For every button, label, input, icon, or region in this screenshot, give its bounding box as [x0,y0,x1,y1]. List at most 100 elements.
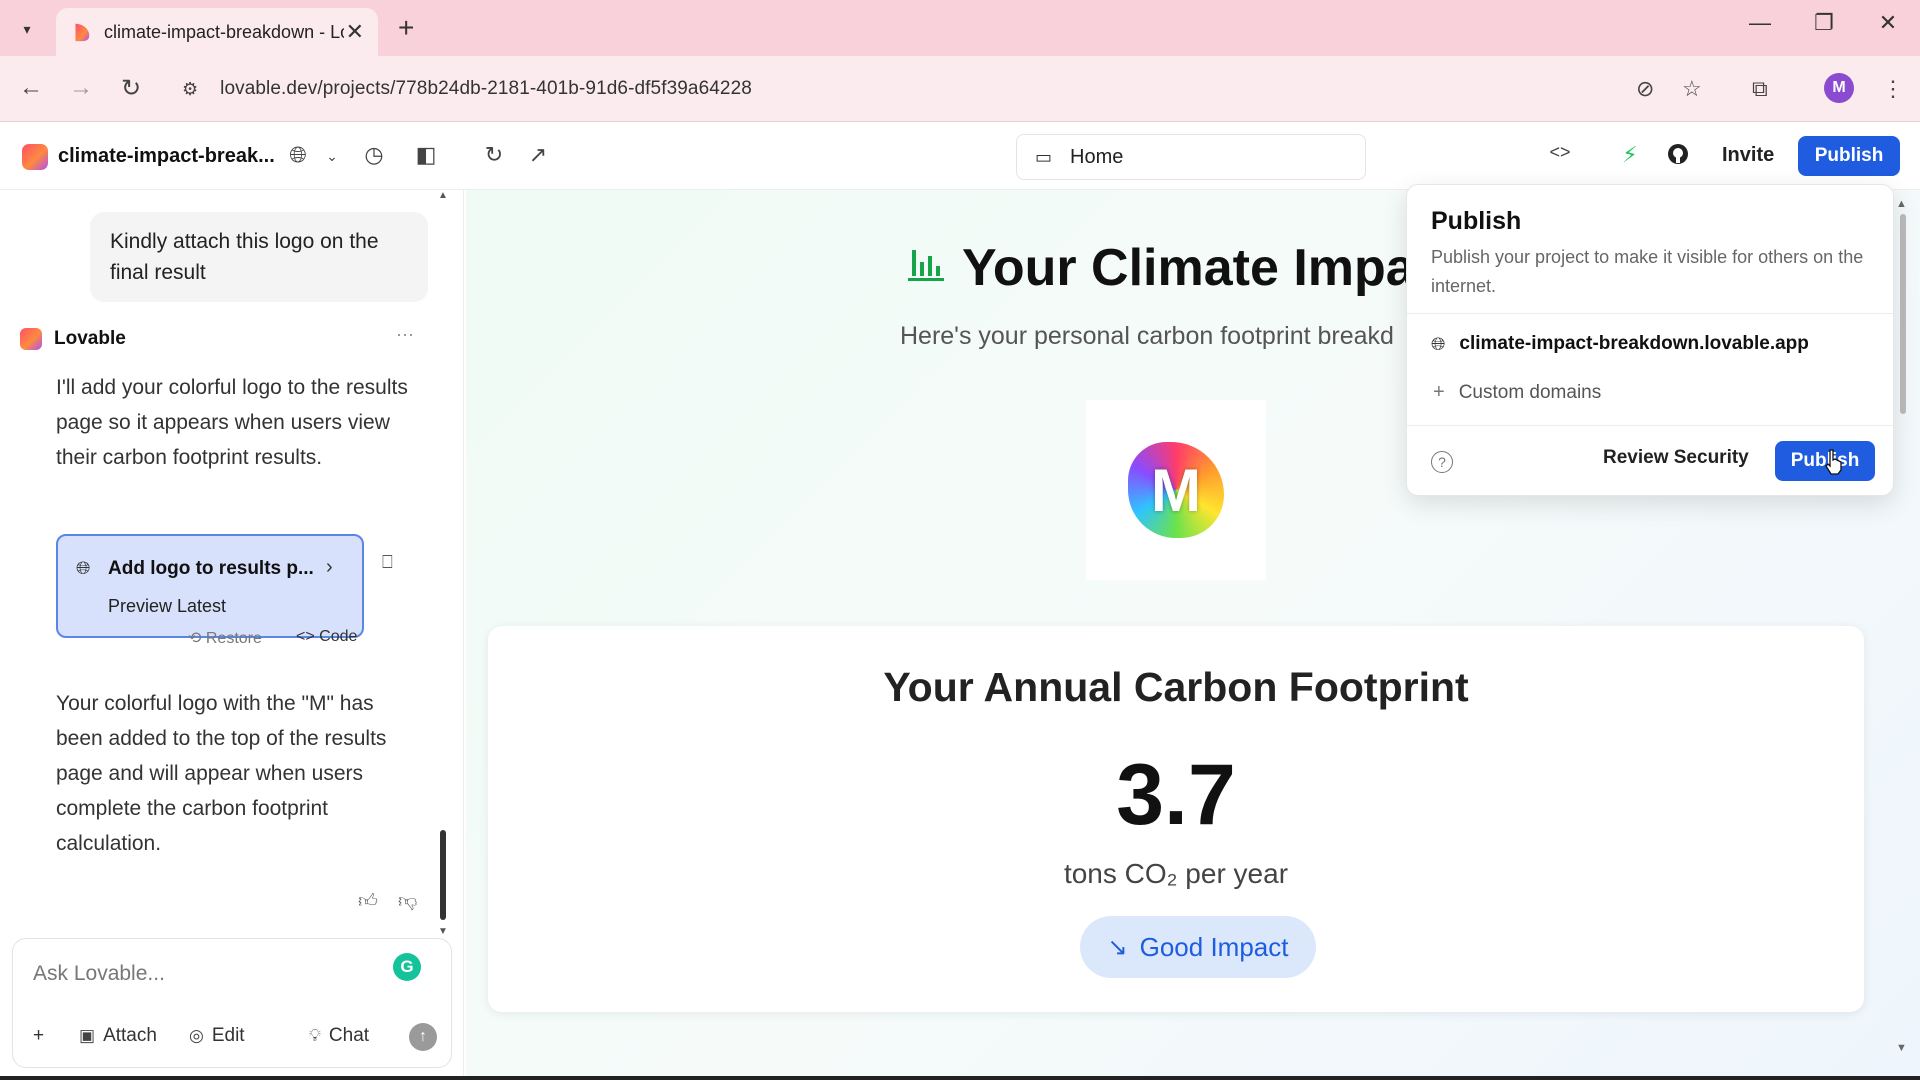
monitor-icon: ▭ [1035,146,1053,167]
chat-scrollbar[interactable] [440,830,446,920]
preview-header: Your Climate Impac [906,238,1444,298]
extensions-puzzle-icon[interactable]: ⧉ [1752,76,1768,102]
chat-button[interactable]: 💡︎ Chat [309,1025,369,1047]
close-tab-icon[interactable]: ✕ [346,19,364,45]
user-message: Kindly attach this logo on the final res… [90,212,428,302]
version-title: Add logo to results p... [108,558,314,579]
chat-composer: G + ▣ Attach ◎ Edit 💡︎ Chat ↑ [12,938,452,1068]
popover-title: Publish [1431,207,1522,235]
lightning-icon[interactable]: ⚡︎ [1616,142,1644,168]
preview-latest-link[interactable]: Preview Latest [108,596,226,617]
chat-label: Chat [328,1025,370,1046]
user-logo-image: M [1086,400,1266,580]
eye-off-icon[interactable]: ⊘ [1636,76,1654,102]
publish-button[interactable]: Publish [1798,136,1900,176]
globe-icon[interactable]: 🌐︎ [284,142,312,168]
chevron-right-icon: › [326,556,333,578]
new-tab-plus-icon[interactable]: + [398,12,414,44]
hand-cursor-icon [1825,449,1842,475]
divider [1407,425,1893,426]
restore-button[interactable]: ⟲ Restore [188,628,262,648]
impact-badge: ↘ Good Impact [1080,916,1316,978]
restore-window-icon[interactable]: ❐ [1804,10,1844,36]
logo-letter: M [1151,456,1201,524]
browser-menu-kebab-icon[interactable]: ⋮ [1882,76,1904,102]
assistant-message: Your colorful logo with the "M" has been… [56,692,387,855]
github-icon[interactable] [1664,142,1692,172]
tab-title: climate-impact-breakdown - Lo [104,21,344,42]
lightbulb-icon: 💡︎ [309,1026,321,1045]
target-icon: ◎ [189,1026,204,1045]
invite-button[interactable]: Invite [1708,138,1788,173]
preview-scroll-down-icon[interactable]: ▼ [1896,1042,1907,1054]
custom-domains-button[interactable]: + Custom domains [1433,381,1601,404]
card-title: Your Annual Carbon Footprint [883,664,1469,710]
impact-label: Good Impact [1139,931,1289,962]
reload-icon[interactable]: ↻ [116,74,146,103]
grammarly-icon[interactable]: G [393,953,421,981]
custom-domains-label: Custom domains [1458,381,1602,403]
sidebar-toggle-icon[interactable]: ◧ [412,142,440,168]
forward-arrow-icon[interactable]: → [66,74,96,102]
published-domain[interactable]: 🌐︎ climate-impact-breakdown.lovable.app [1431,333,1809,355]
back-arrow-icon[interactable]: ← [16,74,46,102]
ask-input[interactable] [33,957,373,991]
footprint-unit: tons CO₂ per year [1063,858,1289,889]
trending-down-icon: ↘ [1107,933,1128,961]
restore-icon: ⟲ [188,630,202,647]
help-icon[interactable]: ? [1431,451,1453,473]
refresh-preview-icon[interactable]: ↻ [480,142,508,168]
minimize-window-icon[interactable]: — [1740,10,1780,36]
popover-description: Publish your project to make it visible … [1431,247,1864,296]
globe-icon: 🌐︎ [1431,333,1446,354]
project-name[interactable]: climate-impact-break... [58,145,275,168]
version-card[interactable]: 🌐︎ Add logo to results p... › Preview La… [56,534,364,638]
more-options-icon[interactable]: ··· [396,324,414,345]
profile-avatar[interactable]: M [1824,73,1854,103]
tab-list-chevron-down-icon[interactable]: ▾ [12,14,42,44]
chevron-down-icon[interactable]: ⌄ [318,148,346,165]
taskbar-edge [0,1076,1920,1080]
browser-tab-bar: ▾ climate-impact-breakdown - Lo ✕ + — ❐ … [0,0,1920,56]
open-external-icon[interactable]: ↗ [524,142,552,168]
assistant-message: I'll add your colorful logo to the resul… [56,376,408,469]
bookmark-icon[interactable]: ⎕ [382,552,393,573]
site-info-tune-icon[interactable]: ⚙ [182,79,198,100]
preview-scrollbar[interactable] [1900,214,1906,414]
footprint-value: 3.7 [1116,747,1236,843]
preview-subtitle: Here's your personal carbon footprint br… [900,322,1394,350]
attach-label: Attach [103,1025,157,1046]
thumbs-down-icon[interactable]: 👎︎ [398,890,417,913]
lovable-favicon-icon [75,23,90,42]
divider [1407,313,1893,314]
restore-label: Restore [205,630,262,647]
code-view-icon[interactable]: <> [1546,142,1574,163]
footprint-card: Your Annual Carbon Footprint 3.7 tons CO… [488,626,1864,1012]
history-icon[interactable]: ◷ [360,142,388,168]
code-label: Code [319,628,358,645]
close-window-icon[interactable]: ✕ [1868,10,1908,36]
preview-scroll-up-icon[interactable]: ▲ [1896,198,1907,210]
thumbs-up-icon[interactable]: 👍︎ [358,890,378,913]
plus-icon: + [1433,381,1445,403]
browser-toolbar: ← → ↻ ⚙ lovable.dev/projects/778b24db-21… [0,56,1920,122]
scroll-down-icon[interactable]: ▼ [438,926,448,937]
assistant-header: Lovable [20,328,126,350]
globe-icon: 🌐︎ [76,558,91,578]
add-plus-icon[interactable]: + [33,1025,44,1047]
code-button[interactable]: <> Code [296,628,357,646]
browser-tab[interactable]: climate-impact-breakdown - Lo ✕ [56,8,378,56]
route-selector[interactable]: ▭ Home [1016,134,1366,180]
edit-label: Edit [211,1025,245,1046]
lovable-logo-icon[interactable] [22,144,48,170]
edit-button[interactable]: ◎ Edit [189,1025,245,1047]
address-bar[interactable]: ⚙ lovable.dev/projects/778b24db-2181-401… [176,66,1696,112]
chat-panel: Kindly attach this logo on the final res… [0,190,464,1080]
send-arrow-icon[interactable]: ↑ [409,1023,437,1051]
review-security-button[interactable]: Review Security [1603,447,1749,469]
bookmark-star-icon[interactable]: ☆ [1682,76,1702,102]
domain-text: climate-impact-breakdown.lovable.app [1459,333,1809,354]
url-text: lovable.dev/projects/778b24db-2181-401b-… [220,78,752,99]
scroll-up-icon[interactable]: ▲ [438,190,448,201]
attach-button[interactable]: ▣ Attach [79,1025,157,1047]
